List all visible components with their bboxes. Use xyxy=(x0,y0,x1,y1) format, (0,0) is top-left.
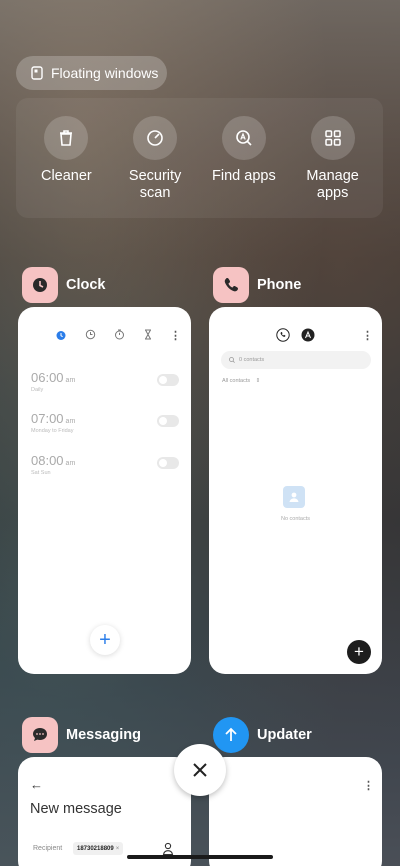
clock-app-header[interactable]: Clock xyxy=(22,267,106,303)
chat-bubble-icon xyxy=(33,728,47,741)
updater-app-header[interactable]: Updater xyxy=(213,717,312,753)
updater-app-icon xyxy=(213,717,249,753)
phone-icon xyxy=(224,277,239,292)
more-icon[interactable]: ⋮ xyxy=(363,779,374,792)
messaging-app-card[interactable]: ← New message Recipient 18730218809 × xyxy=(18,757,191,866)
add-alarm-button[interactable]: + xyxy=(90,625,120,655)
security-scan-tool[interactable]: Security scan xyxy=(111,98,199,218)
contact-search-input[interactable]: 0 contacts xyxy=(221,351,371,369)
updater-app-card[interactable]: ⋮ xyxy=(209,757,382,866)
phone-tab-icon[interactable] xyxy=(276,328,290,342)
clock-app-icon xyxy=(22,267,58,303)
more-icon[interactable]: ⋮ xyxy=(362,329,373,342)
recipient-chip[interactable]: 18730218809 × xyxy=(73,842,124,855)
more-icon[interactable]: ⋮ xyxy=(170,329,181,342)
manage-apps-tool[interactable]: Manage apps xyxy=(289,98,377,218)
alarm-repeat: Sat Sun xyxy=(31,470,51,476)
timer-icon[interactable] xyxy=(143,329,153,343)
alarm-ampm: am xyxy=(65,460,76,467)
phone-app-card[interactable]: ⋮ 0 contacts All contacts ⇕ No contacts … xyxy=(209,307,382,674)
add-contact-icon[interactable] xyxy=(162,842,174,856)
messaging-app-name: Messaging xyxy=(66,727,141,743)
alarm-time: 07:00 xyxy=(31,411,64,426)
remove-recipient-icon[interactable]: × xyxy=(116,846,120,852)
contacts-filter[interactable]: All contacts ⇕ xyxy=(222,378,260,384)
clock-app-card[interactable]: ⋮ 06:00 am Daily 07:00 am Monday to Friday… xyxy=(18,307,191,674)
grid-icon xyxy=(324,130,341,146)
updater-app-name: Updater xyxy=(257,727,312,743)
new-message-title: New message xyxy=(30,801,122,817)
phone-app-name: Phone xyxy=(257,277,302,293)
close-all-button[interactable] xyxy=(174,744,226,796)
recipient-label: Recipient xyxy=(33,845,63,852)
stopwatch-icon[interactable] xyxy=(114,329,125,343)
search-icon xyxy=(229,357,235,363)
filter-icon: ⇕ xyxy=(255,378,261,384)
phone-app-icon xyxy=(213,267,249,303)
alarm-row[interactable]: 06:00 am Daily xyxy=(31,370,179,400)
recipient-value: 18730218809 xyxy=(77,845,114,852)
cleaner-label: Cleaner xyxy=(40,168,92,184)
world-clock-icon[interactable] xyxy=(85,329,96,343)
app-search-icon xyxy=(236,130,252,146)
floating-window-icon xyxy=(31,66,43,80)
trash-icon xyxy=(60,130,73,146)
alarm-toggle[interactable] xyxy=(157,374,179,386)
find-apps-tool[interactable]: Find apps xyxy=(200,98,288,218)
manage-apps-label: Manage apps xyxy=(306,168,359,201)
floating-windows-button[interactable]: Floating windows xyxy=(16,56,167,90)
contacts-filter-label: All contacts xyxy=(222,378,251,384)
clock-app-name: Clock xyxy=(66,277,106,293)
floating-windows-label: Floating windows xyxy=(51,65,159,81)
messaging-app-header[interactable]: Messaging xyxy=(22,717,141,753)
alarm-repeat: Monday to Friday xyxy=(31,428,74,434)
alarm-row[interactable]: 07:00 am Monday to Friday xyxy=(31,411,179,441)
security-scan-label: Security scan xyxy=(128,168,182,201)
alarm-ampm: am xyxy=(65,377,76,384)
add-contact-button[interactable]: + xyxy=(347,640,371,664)
messaging-app-icon xyxy=(22,717,58,753)
clock-tab-bar: ⋮ xyxy=(18,329,191,343)
alarm-row[interactable]: 08:00 am Sat Sun xyxy=(31,453,179,483)
empty-contacts-text: No contacts xyxy=(280,516,311,522)
find-apps-label: Find apps xyxy=(212,168,276,184)
alarm-time: 06:00 xyxy=(31,370,64,385)
alarm-icon[interactable] xyxy=(55,329,67,344)
contact-search-placeholder: 0 contacts xyxy=(239,357,265,363)
empty-contacts-icon xyxy=(283,486,305,508)
back-arrow-icon[interactable]: ← xyxy=(30,777,43,792)
phone-app-header[interactable]: Phone xyxy=(213,267,301,303)
alarm-time: 08:00 xyxy=(31,453,64,468)
alarm-toggle[interactable] xyxy=(157,415,179,427)
cleaner-tool[interactable]: Cleaner xyxy=(22,98,110,218)
close-icon xyxy=(193,763,207,777)
gauge-icon xyxy=(147,130,163,146)
alarm-ampm: am xyxy=(65,418,76,425)
home-indicator[interactable] xyxy=(127,855,273,859)
arrow-up-icon xyxy=(225,727,237,741)
contacts-tab-icon[interactable] xyxy=(301,328,315,342)
quick-tools-panel: Cleaner Security scan Find apps Manage a… xyxy=(16,98,383,218)
alarm-repeat: Daily xyxy=(31,387,44,393)
alarm-toggle[interactable] xyxy=(157,457,179,469)
clock-icon xyxy=(33,278,47,292)
